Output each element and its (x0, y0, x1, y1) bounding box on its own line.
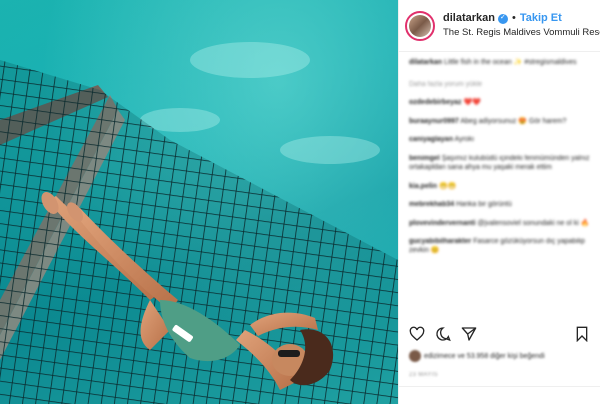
comment-username[interactable]: gucyabibilharakter (409, 238, 471, 245)
post-header: dilatarkan ✓ • Takip Et The St. Regis Ma… (399, 0, 600, 52)
comment-username[interactable]: benimgel (409, 155, 440, 162)
caption: dilatarkan Little fish in the ocean ✨ #s… (409, 58, 590, 67)
comment-text: Ayrokı (454, 136, 475, 144)
comments-list: dilatarkan Little fish in the ocean ✨ #s… (399, 52, 600, 256)
instagram-post: dilatarkan ✓ • Takip Et The St. Regis Ma… (0, 0, 600, 404)
load-more-comments-button[interactable]: Daha fazla yorum yükle (409, 81, 590, 88)
comment-item: buraaynur0997 Abeg adiyorsunuz 😍 Gör har… (409, 117, 590, 126)
follow-button[interactable]: Takip Et (520, 12, 562, 26)
avatar[interactable] (405, 10, 435, 41)
comment-icon[interactable] (435, 326, 451, 342)
comment-item: mebrekhab34 Harika bir görüntü (409, 200, 590, 209)
comment-username[interactable]: plovevindervernanti (409, 220, 476, 227)
heart-icon[interactable] (409, 326, 425, 342)
comment-text: 😁😁 (438, 182, 457, 190)
post-photo-art (0, 42, 398, 404)
comment-username[interactable]: buraaynur0997 (409, 118, 459, 125)
separator-dot: • (511, 11, 516, 24)
comment-text: ❤️❤️ (463, 99, 481, 107)
post-date: 23 MAYIS (409, 372, 438, 378)
comment-text: Harika bir görüntü (456, 201, 512, 209)
liker-avatar (409, 350, 421, 362)
username-link[interactable]: dilatarkan (443, 12, 495, 26)
verified-badge-icon: ✓ (497, 13, 508, 24)
post-photo[interactable] (0, 0, 398, 404)
likes-text: edizimece ve 53.958 diğer kişi beğendi (424, 352, 545, 360)
comment-item: gucyabibilharakter Fasarce gözüküyorsun … (409, 237, 590, 256)
comment-item: ozdedebirbeyaz ❤️❤️ (409, 98, 590, 107)
share-icon[interactable] (461, 326, 477, 342)
comment-item: kia.pelin 😁😁 (409, 182, 590, 191)
caption-text: Little fish in the ocean ✨ #stregismaldi… (444, 59, 577, 66)
action-bar (409, 326, 477, 342)
comment-username[interactable]: kia.pelin (409, 183, 437, 190)
comment-username[interactable]: caniyaglayan (409, 136, 453, 143)
likes-summary[interactable]: edizimece ve 53.958 diğer kişi beğendi (409, 350, 545, 362)
comment-item: plovevindervernanti @jvalensoviel sonund… (409, 219, 590, 228)
comment-text: Abeg adiyorsunuz 😍 Gör harem? (460, 117, 567, 125)
comment-text: @jvalensoviel sonundaki ne ol ki 🔥 (477, 219, 590, 227)
post-sidebar: dilatarkan ✓ • Takip Et The St. Regis Ma… (398, 0, 600, 404)
location-link[interactable]: The St. Regis Maldives Vommuli Resort (443, 27, 600, 39)
comment-username[interactable]: ozdedebirbeyaz (409, 99, 462, 106)
bookmark-icon[interactable] (574, 326, 590, 342)
comment-item: caniyaglayan Ayrokı (409, 135, 590, 144)
comment-username[interactable]: mebrekhab34 (409, 201, 454, 208)
caption-username[interactable]: dilatarkan (409, 59, 442, 66)
add-comment-divider (399, 386, 600, 387)
comment-item: benimgel Şaşımız kulubüdü içindeki fenmü… (409, 154, 590, 173)
